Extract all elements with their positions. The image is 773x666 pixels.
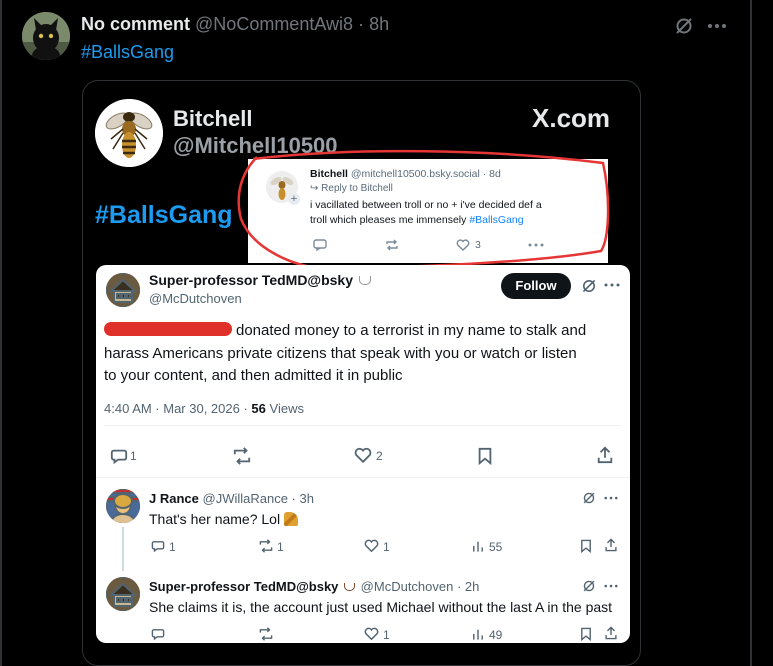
grok-button[interactable] bbox=[672, 14, 696, 38]
tweet-text-line1: donated money to a terrorist in my name … bbox=[236, 322, 587, 339]
reply1-like-count: 1 bbox=[383, 540, 390, 554]
more-icon bbox=[604, 584, 618, 588]
tweet-views-label: Views bbox=[269, 401, 304, 416]
cat-avatar-icon bbox=[22, 12, 70, 60]
more-icon bbox=[708, 24, 726, 28]
reply2-views-count: 49 bbox=[489, 628, 503, 642]
reply-icon bbox=[110, 449, 128, 465]
reply2-text: She claims it is, the account just used … bbox=[149, 599, 613, 615]
reply1-reply-count: 1 bbox=[169, 540, 176, 554]
more-icon bbox=[604, 283, 620, 287]
reply1-repost-count: 1 bbox=[277, 540, 284, 554]
share-icon bbox=[605, 626, 617, 640]
bookmark-icon bbox=[581, 539, 591, 553]
tweet-reply-count: 1 bbox=[130, 449, 137, 463]
tedmd-avatar bbox=[106, 273, 140, 307]
repost-icon bbox=[259, 539, 273, 553]
reply1-name: J Rance bbox=[149, 491, 199, 506]
grok-icon bbox=[583, 492, 595, 504]
repost-hashtag: #BallsGang bbox=[95, 201, 233, 229]
giraffe-emoji-icon bbox=[283, 512, 298, 526]
tweet-text-line2: harass Americans private citizens that s… bbox=[104, 345, 577, 362]
reply1-views-count: 55 bbox=[489, 540, 503, 554]
share-icon bbox=[605, 538, 617, 552]
tweet-divider bbox=[104, 425, 622, 426]
tedmd-reply-avatar bbox=[106, 577, 140, 611]
tweet-views-count: 56 bbox=[251, 401, 266, 416]
thread-connector bbox=[122, 527, 124, 571]
reply1-text-wrap: That's her name? Lol bbox=[149, 511, 298, 527]
jrance-avatar bbox=[106, 489, 140, 523]
timeline-border-left bbox=[0, 0, 2, 666]
reply1-header: J Rance @JWillaRance · 3h bbox=[149, 491, 314, 506]
reply1-handle: @JWillaRance · 3h bbox=[202, 491, 314, 506]
bookmark-icon bbox=[581, 627, 591, 641]
tweet-timestamp: 4:40 AM · Mar 30, 2026 · bbox=[104, 401, 248, 416]
coffee-emoji-icon bbox=[358, 276, 371, 285]
reply2-handle: @McDutchoven · 2h bbox=[360, 579, 480, 594]
more-options-button[interactable] bbox=[704, 14, 730, 38]
post-time[interactable]: 8h bbox=[369, 14, 389, 34]
author-avatar[interactable] bbox=[22, 12, 70, 60]
coffee-emoji-icon bbox=[344, 583, 356, 591]
more-icon bbox=[604, 496, 618, 500]
tweet-author-line: Super-professor TedMD@bsky bbox=[149, 272, 371, 288]
house-avatar-icon bbox=[106, 577, 140, 611]
person-avatar-icon bbox=[106, 489, 140, 523]
tweet-like-count: 2 bbox=[376, 449, 383, 463]
grok-icon bbox=[583, 580, 595, 592]
red-annotation-circle bbox=[237, 149, 610, 271]
brand-logo: X.com bbox=[532, 103, 611, 133]
tweet-text-line3: to your content, and then admitted it in… bbox=[104, 367, 403, 384]
repost-icon bbox=[259, 627, 273, 641]
repost-name: Bitchell bbox=[173, 106, 253, 131]
repost-icon bbox=[233, 447, 251, 465]
views-icon bbox=[473, 629, 483, 640]
follow-button: Follow bbox=[501, 273, 571, 299]
house-avatar-icon bbox=[106, 273, 140, 307]
grok-icon bbox=[676, 18, 692, 34]
like-icon bbox=[364, 539, 379, 553]
reply1-text: That's her name? Lol bbox=[149, 511, 281, 527]
views-icon bbox=[473, 541, 483, 552]
reply2-header: Super-professor TedMD@bsky @McDutchoven … bbox=[149, 579, 479, 594]
post-header: No comment @NoCommentAwi8 · 8h bbox=[81, 13, 389, 35]
post-media[interactable]: Bitchell @Mitchell10500 X.com #BallsGang… bbox=[82, 80, 641, 666]
tweet-card: Super-professor TedMD@bsky @McDutchoven … bbox=[96, 265, 630, 643]
reply2-like-count: 1 bbox=[383, 628, 390, 642]
bee-avatar bbox=[95, 99, 163, 167]
like-icon bbox=[364, 627, 379, 641]
time-separator: · bbox=[358, 14, 365, 34]
tweet-author-name: Super-professor TedMD@bsky bbox=[149, 272, 353, 288]
reply-icon bbox=[151, 541, 165, 553]
post-text-hashtag[interactable]: #BallsGang bbox=[81, 42, 174, 63]
reply-icon bbox=[151, 629, 165, 641]
tweet-author-handle: @McDutchoven bbox=[149, 291, 242, 306]
timeline-border-right bbox=[750, 0, 752, 666]
bookmark-icon bbox=[478, 447, 492, 465]
tweet-divider-2 bbox=[96, 477, 630, 478]
reply2-name: Super-professor TedMD@bsky bbox=[149, 579, 339, 594]
redaction-mark bbox=[104, 322, 232, 336]
tweet-meta: 4:40 AM · Mar 30, 2026 · 56 Views bbox=[104, 401, 304, 416]
like-icon bbox=[354, 447, 372, 464]
share-icon bbox=[597, 446, 613, 464]
grok-icon bbox=[582, 279, 596, 293]
author-display-name[interactable]: No comment bbox=[81, 14, 190, 34]
author-handle[interactable]: @NoCommentAwi8 bbox=[195, 14, 353, 34]
bee-icon bbox=[95, 99, 163, 167]
